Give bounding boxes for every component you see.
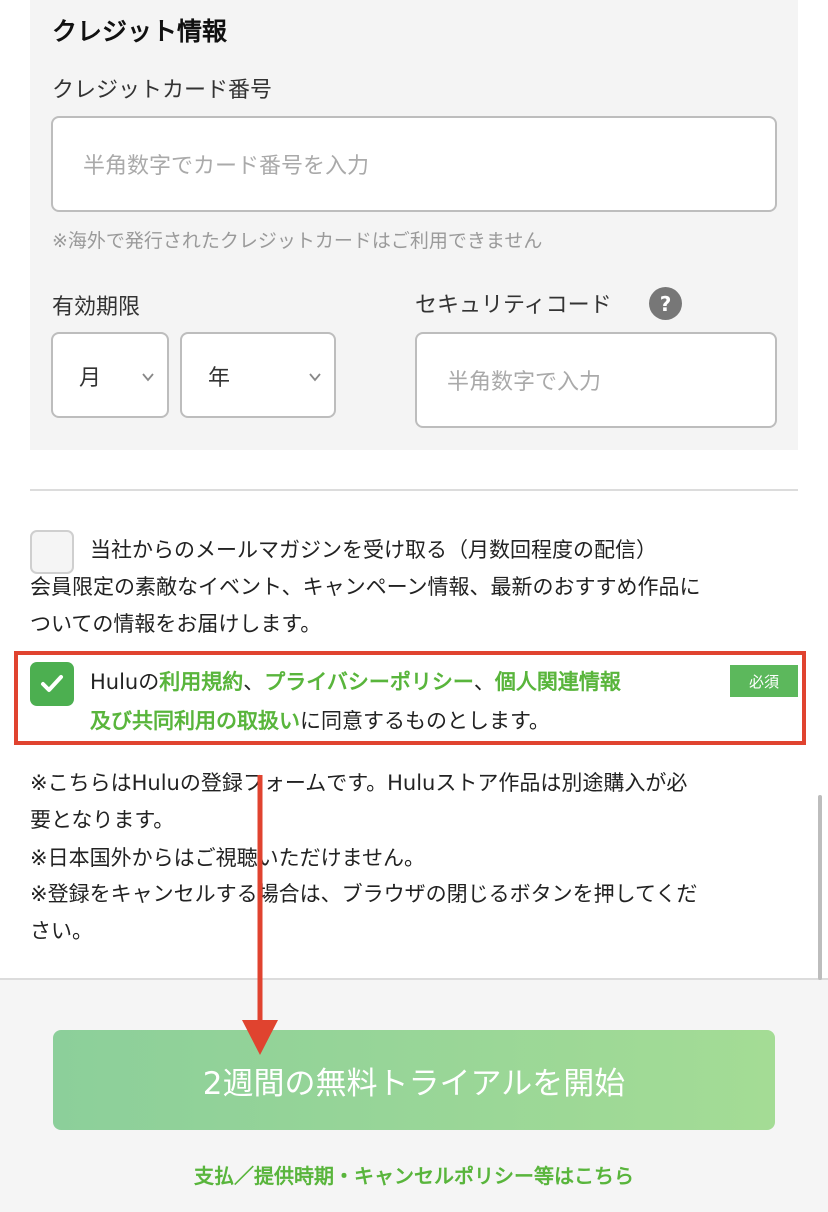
card-note: ※海外で発行されたクレジットカードはご利用できません — [52, 230, 543, 252]
annotation-highlight-box — [14, 651, 806, 745]
newsletter-desc-line1: 会員限定の素敵なイベント、キャンペーン情報、最新のおすすめ作品に — [30, 575, 701, 599]
month-value: 月 — [79, 366, 102, 391]
card-number-label: クレジットカード番号 — [52, 78, 273, 103]
security-code-label: セキュリティコード — [415, 293, 612, 318]
newsletter-label: 当社からのメールマガジンを受け取る（月数回程度の配信） — [90, 538, 657, 562]
security-code-input[interactable]: 半角数字で入力 — [415, 332, 777, 428]
chevron-down-icon — [142, 373, 154, 382]
section-title: クレジット情報 — [52, 17, 228, 46]
cancel-policy-link[interactable]: 支払／提供時期・キャンセルポリシー等はこちら — [0, 1160, 828, 1189]
note-line3: ※日本国外からはご視聴いただけません。 — [30, 846, 425, 870]
note-line1: ※こちらはHuluの登録フォームです。Huluストア作品は別途購入が必 — [30, 771, 688, 795]
chevron-down-icon — [309, 373, 321, 382]
scrollbar[interactable] — [818, 795, 822, 980]
section-divider — [30, 489, 798, 491]
expiry-month-select[interactable]: 月 — [51, 332, 169, 418]
note-line4: ※登録をキャンセルする場合は、ブラウザの閉じるボタンを押してくだ — [30, 882, 698, 906]
year-value: 年 — [208, 366, 231, 391]
security-code-placeholder: 半角数字で入力 — [447, 370, 602, 395]
card-number-input[interactable]: 半角数字でカード番号を入力 — [51, 116, 777, 212]
card-number-placeholder: 半角数字でカード番号を入力 — [83, 154, 370, 179]
expiry-label: 有効期限 — [52, 295, 141, 320]
arrow-down-icon — [242, 775, 278, 1055]
newsletter-checkbox[interactable] — [30, 530, 74, 574]
note-line2: 要となります。 — [30, 808, 175, 832]
note-line5: さい。 — [30, 919, 93, 943]
newsletter-desc-line2: ついての情報をお届けします。 — [30, 612, 322, 636]
start-trial-button[interactable]: 2週間の無料トライアルを開始 — [53, 1030, 775, 1130]
question-icon[interactable]: ? — [649, 287, 682, 320]
expiry-year-select[interactable]: 年 — [180, 332, 336, 418]
